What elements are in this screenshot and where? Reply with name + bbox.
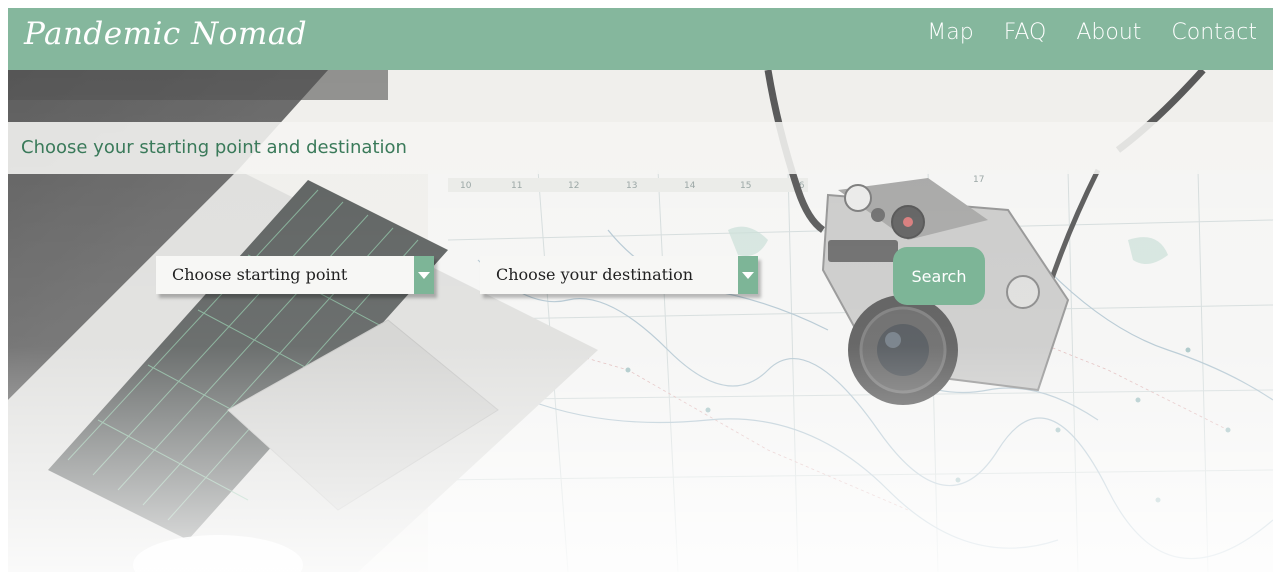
destination-select[interactable]: Choose your destination [480,256,758,294]
instruction-banner: Choose your starting point and destinati… [8,122,1273,174]
instruction-text: Choose your starting point and destinati… [21,137,407,158]
chevron-down-icon[interactable] [738,256,758,294]
search-button[interactable]: Search [893,247,985,305]
starting-point-select[interactable]: Choose starting point [156,256,434,294]
nav-link-contact[interactable]: Contact [1171,20,1257,45]
nav-link-about[interactable]: About [1076,20,1141,45]
nav-link-faq[interactable]: FAQ [1004,20,1047,45]
page-frame: 10 11 12 13 14 15 16 17 [8,8,1273,572]
brand-logo[interactable]: Pandemic Nomad [24,16,307,52]
destination-select-value: Choose your destination [496,265,694,284]
nav-links: Map FAQ About Contact [927,20,1257,45]
starting-point-select-value: Choose starting point [172,265,348,284]
nav-link-map[interactable]: Map [927,20,973,45]
navbar: Pandemic Nomad Map FAQ About Contact [8,8,1273,70]
chevron-down-icon[interactable] [414,256,434,294]
